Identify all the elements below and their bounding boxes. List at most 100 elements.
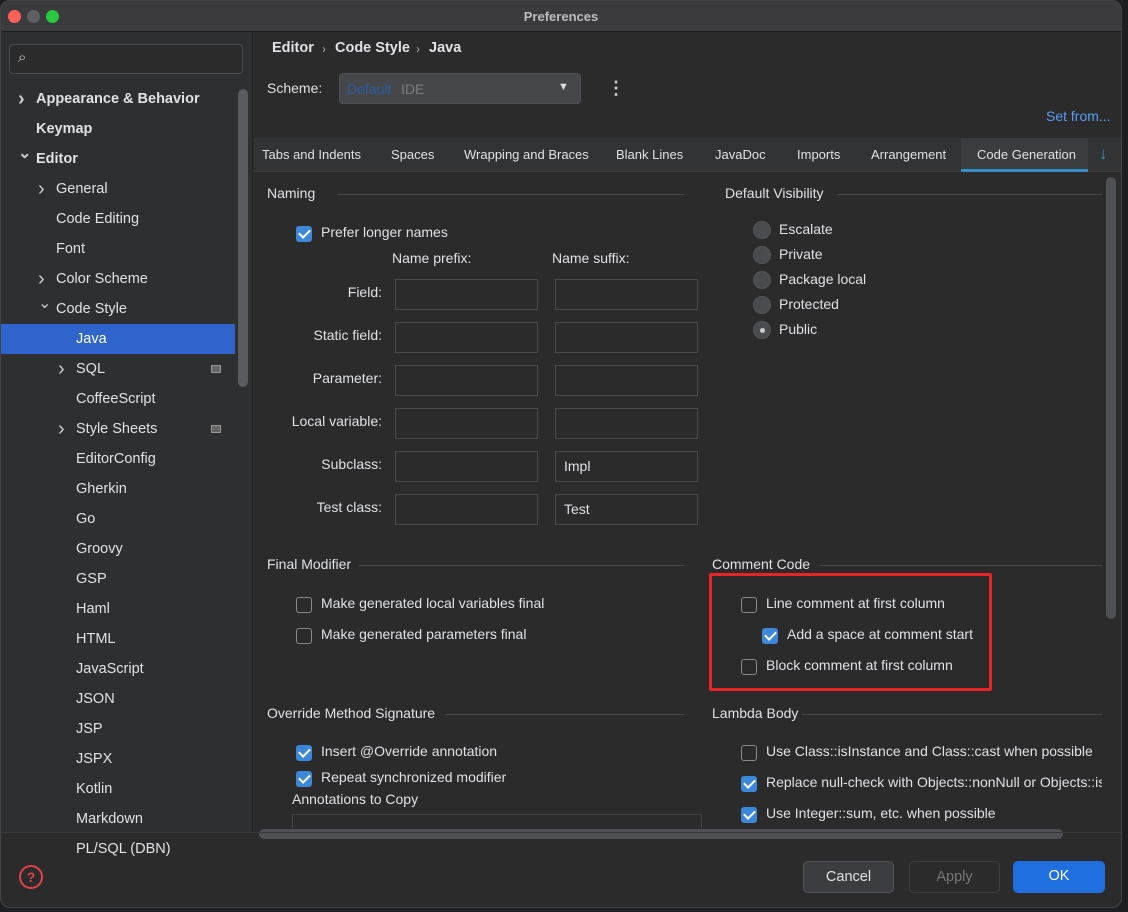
more-options-icon[interactable]: ⋮ [607,78,625,99]
sidebar-item[interactable]: › General [1,174,235,204]
breadcrumb-item[interactable]: Code Style [335,40,410,56]
visibility-radio[interactable] [753,271,771,289]
cancel-button[interactable]: Cancel [803,861,894,893]
sidebar-item[interactable]: CoffeeScript [1,384,235,414]
checkbox[interactable] [296,226,312,242]
tab-code-generation[interactable]: Code Generation [961,138,1089,172]
name-suffix-input[interactable] [555,365,698,396]
checkbox-label[interactable]: Make generated local variables final [321,595,544,611]
checkbox[interactable] [296,771,312,787]
visibility-radio[interactable] [753,246,771,264]
visibility-radio[interactable] [753,221,771,239]
name-suffix-input[interactable]: Impl [555,451,698,482]
scheme-dropdown[interactable]: Default IDE ▼ [339,73,581,104]
tab-wrapping-and-braces[interactable]: Wrapping and Braces [456,138,597,172]
settings-sidebar: ⌕ › Appearance & Behavior Keymap ⌄ Editor › Ge… [1,32,253,857]
visibility-label[interactable]: Public [779,321,817,337]
sidebar-item[interactable]: Font [1,234,235,264]
visibility-label[interactable]: Protected [779,296,839,312]
help-icon[interactable]: ? [19,865,43,889]
sidebar-item[interactable]: ⌄ Editor [1,144,235,174]
sidebar-item[interactable]: Markdown [1,804,235,834]
sidebar-item[interactable]: Code Editing [1,204,235,234]
annotations-list[interactable] [292,814,702,828]
checkbox-label[interactable]: Prefer longer names [321,224,448,240]
name-prefix-input[interactable] [395,494,538,525]
sidebar-item[interactable]: Kotlin [1,774,235,804]
sidebar-item[interactable]: Java [1,324,235,354]
sidebar-item[interactable]: › Color Scheme [1,264,235,294]
visibility-radio[interactable] [753,296,771,314]
checkbox[interactable] [296,628,312,644]
naming-row-label: Subclass: [321,456,382,472]
naming-row-label: Field: [347,284,382,300]
visibility-radio[interactable] [753,321,771,339]
sidebar-item[interactable]: Haml [1,594,235,624]
section-title: Final Modifier [267,556,352,572]
tab-javadoc[interactable]: JavaDoc [707,138,774,172]
sidebar-scrollbar[interactable] [238,89,248,387]
checkbox-label[interactable]: Use Integer::sum, etc. when possible [766,805,996,821]
name-prefix-input[interactable] [395,408,538,439]
sidebar-item-label: JavaScript [76,661,144,677]
sidebar-item[interactable]: JSPX [1,744,235,774]
name-prefix-input[interactable] [395,322,538,353]
more-tabs-arrow-icon[interactable]: ↓ [1099,144,1108,164]
checkbox[interactable] [741,745,757,761]
name-prefix-input[interactable] [395,279,538,310]
sidebar-item[interactable]: EditorConfig [1,444,235,474]
name-suffix-input[interactable]: Test [555,494,698,525]
sidebar-item[interactable]: Groovy [1,534,235,564]
tab-imports[interactable]: Imports [789,138,848,172]
set-from-link[interactable]: Set from... [1046,108,1111,124]
visibility-label[interactable]: Private [779,246,823,262]
content-vertical-scrollbar[interactable] [1106,177,1116,619]
sidebar-item-label: General [56,181,108,197]
checkbox-label[interactable]: Make generated parameters final [321,626,526,642]
apply-button[interactable]: Apply [909,861,1000,893]
sidebar-item[interactable]: JavaScript [1,654,235,684]
ok-button[interactable]: OK [1013,861,1105,893]
sidebar-item[interactable]: ⌄ Code Style [1,294,235,324]
checkbox[interactable] [741,807,757,823]
sidebar-item[interactable]: › Appearance & Behavior [1,84,235,114]
sidebar-item[interactable]: PL/SQL (DBN) [1,834,235,864]
highlight-box [709,573,992,691]
sidebar-item[interactable]: GSP [1,564,235,594]
visibility-label[interactable]: Package local [779,271,866,287]
tab-arrangement[interactable]: Arrangement [863,138,954,172]
sidebar-item[interactable]: HTML [1,624,235,654]
checkbox-label[interactable]: Replace null-check with Objects::nonNull… [766,774,1102,790]
name-prefix-input[interactable] [395,451,538,482]
name-prefix-header: Name prefix: [392,250,472,266]
checkbox-label[interactable]: Use Class::isInstance and Class::cast wh… [766,743,1093,759]
tab-tabs-and-indents[interactable]: Tabs and Indents [254,138,369,172]
name-suffix-input[interactable] [555,408,698,439]
visibility-label[interactable]: Escalate [779,221,833,237]
name-suffix-input[interactable] [555,322,698,353]
settings-search-input[interactable]: ⌕ [9,44,243,74]
name-suffix-input[interactable] [555,279,698,310]
tab-blank-lines[interactable]: Blank Lines [608,138,691,172]
chevron-down-icon: ⌄ [38,295,52,312]
breadcrumb-item[interactable]: Java [429,40,461,56]
sidebar-item[interactable]: Go [1,504,235,534]
sidebar-item[interactable]: JSON [1,684,235,714]
checkbox[interactable] [296,597,312,613]
content-horizontal-scrollbar[interactable] [259,829,1063,839]
sidebar-item[interactable]: › Style Sheets [1,414,235,444]
sidebar-item-label: JSPX [76,751,113,767]
checkbox-label[interactable]: Repeat synchronized modifier [321,769,506,785]
checkbox[interactable] [741,776,757,792]
name-prefix-input[interactable] [395,365,538,396]
sidebar-item[interactable]: Keymap [1,114,235,144]
sidebar-item-label: Groovy [76,541,123,557]
sidebar-item[interactable]: › SQL [1,354,235,384]
sidebar-item[interactable]: JSP [1,714,235,744]
sidebar-item[interactable]: Gherkin [1,474,235,504]
chevron-right-icon: › [58,418,65,440]
checkbox-label[interactable]: Insert @Override annotation [321,743,497,759]
tab-spaces[interactable]: Spaces [383,138,442,172]
breadcrumb-item[interactable]: Editor [272,40,314,56]
checkbox[interactable] [296,745,312,761]
